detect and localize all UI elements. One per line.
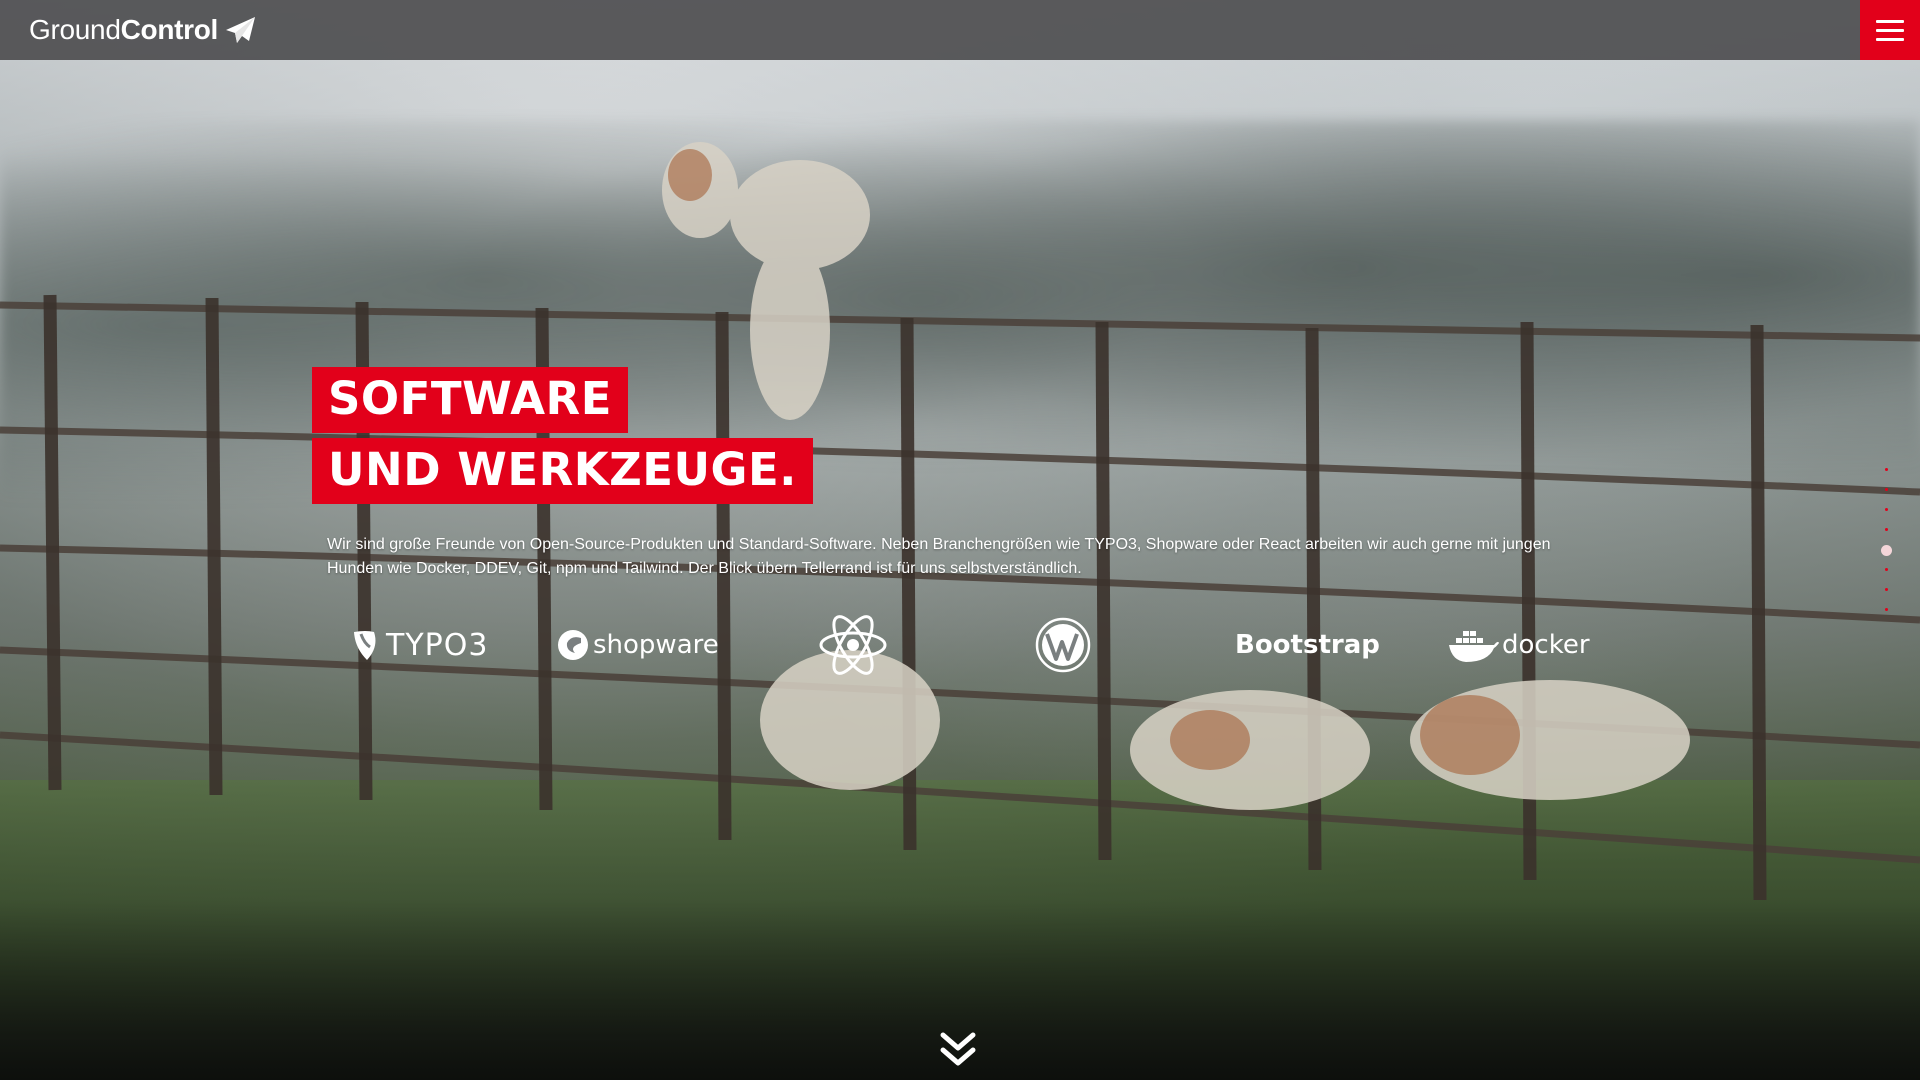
- tech-logos-row: TYPO3 shopware Bootstrap docker: [340, 600, 1590, 690]
- shopware-icon: [558, 630, 588, 660]
- headline-line-1: SOFTWARE: [312, 367, 628, 433]
- typo3-icon: [354, 631, 376, 660]
- section-dot[interactable]: [1885, 488, 1888, 491]
- docker-label: docker: [1502, 630, 1590, 660]
- logo-text-bold: Control: [120, 14, 219, 45]
- menu-button[interactable]: [1860, 0, 1920, 60]
- groundcontrol-logo[interactable]: Ground Control: [29, 10, 256, 50]
- bootstrap-logo: Bootstrap: [1235, 600, 1380, 690]
- react-atom-icon: [819, 615, 887, 675]
- section-dot[interactable]: [1885, 468, 1888, 471]
- scroll-down-button[interactable]: [938, 1030, 978, 1070]
- shopware-logo: shopware: [557, 600, 719, 690]
- double-chevron-down-icon: [940, 1032, 976, 1066]
- hamburger-icon-line: [1876, 28, 1904, 32]
- logo-text-light: Ground: [29, 14, 121, 45]
- docker-logo: docker: [1448, 600, 1590, 690]
- section-dot[interactable]: [1885, 608, 1888, 611]
- hamburger-icon-line: [1876, 19, 1904, 23]
- typo3-logo: TYPO3: [352, 600, 488, 690]
- wordpress-icon: [1035, 617, 1091, 673]
- intro-paragraph: Wir sind große Freunde von Open-Source-P…: [327, 536, 1551, 577]
- bootstrap-label: Bootstrap: [1235, 630, 1380, 660]
- headline-line-2: UND WERKZEUGE.: [312, 438, 813, 504]
- docker-whale-icon: [1449, 631, 1499, 662]
- top-bar: Ground Control: [0, 0, 1920, 60]
- section-dot[interactable]: [1885, 508, 1888, 511]
- section-dot[interactable]: [1885, 588, 1888, 591]
- shopware-label: shopware: [593, 630, 719, 660]
- wordpress-logo: [1035, 600, 1091, 690]
- section-dot[interactable]: [1885, 528, 1888, 531]
- section-dot-active[interactable]: [1881, 545, 1892, 556]
- typo3-label: TYPO3: [386, 627, 489, 663]
- hamburger-icon-line: [1876, 37, 1904, 41]
- section-dots-nav: [1881, 465, 1893, 625]
- paper-plane-icon: [226, 17, 256, 43]
- section-dot[interactable]: [1885, 568, 1888, 571]
- react-logo: [818, 600, 888, 690]
